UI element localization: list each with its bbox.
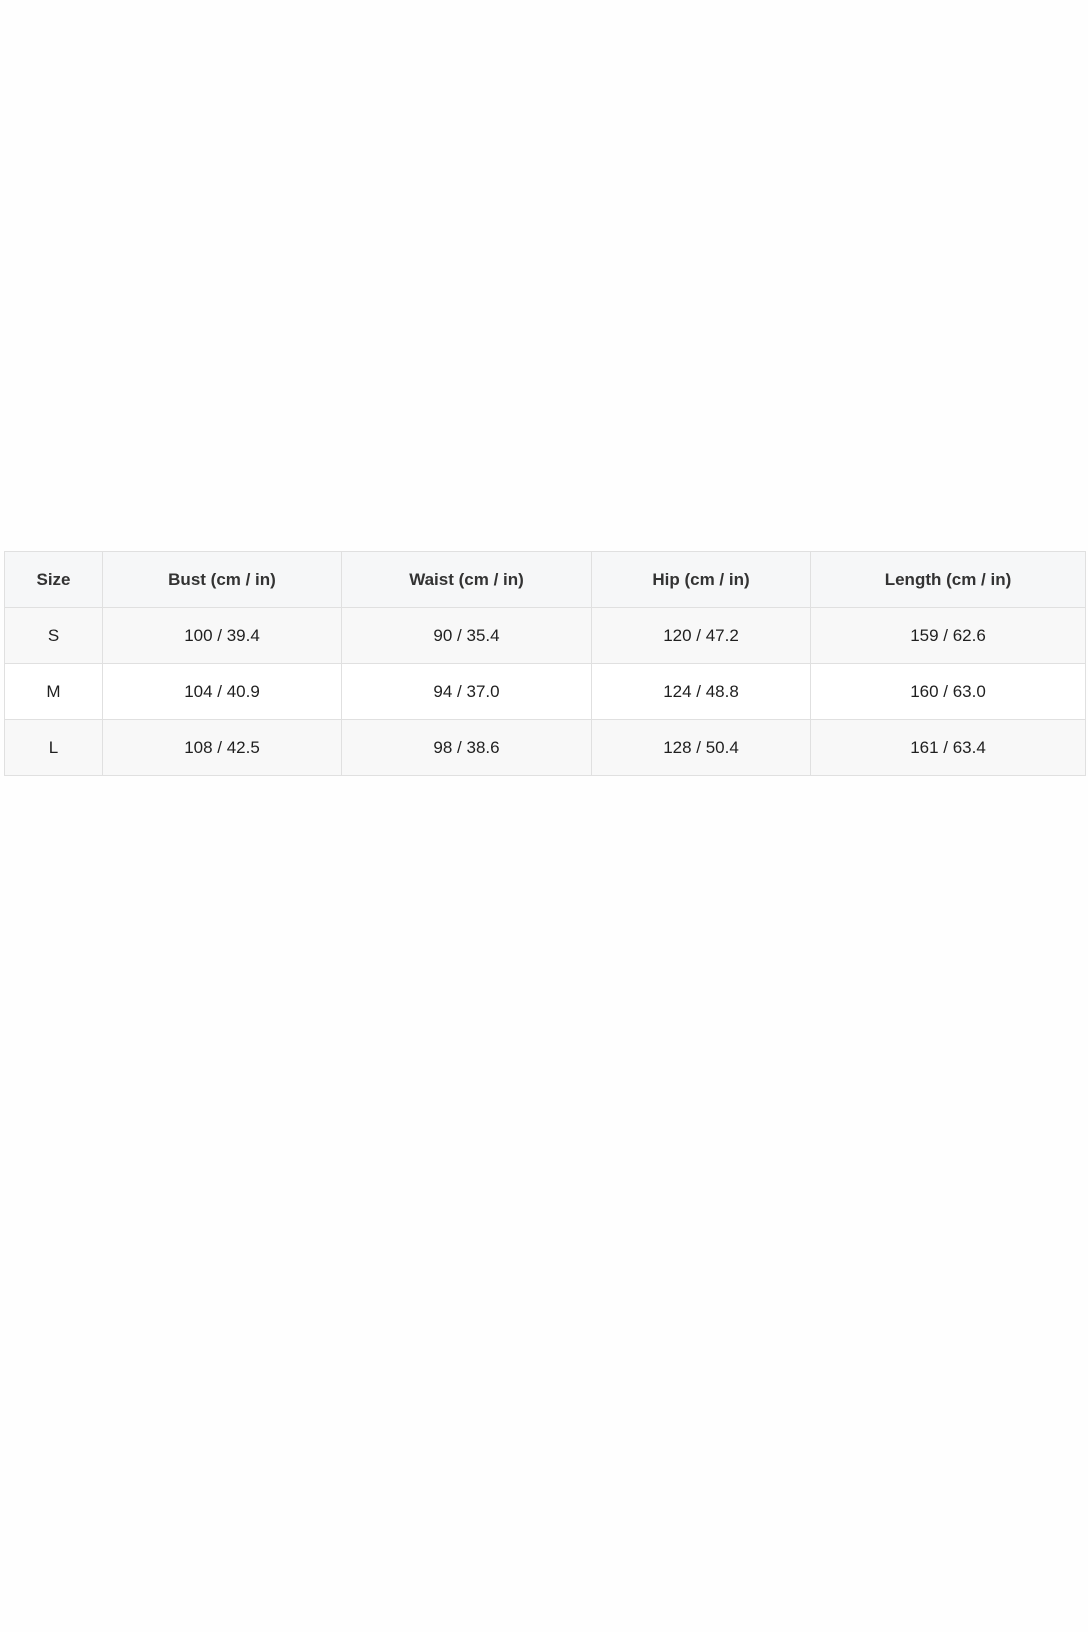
cell-waist: 94 / 37.0 [341,663,592,720]
header-waist: Waist (cm / in) [341,551,592,608]
cell-hip: 120 / 47.2 [591,607,811,664]
cell-waist: 90 / 35.4 [341,607,592,664]
cell-bust: 100 / 39.4 [102,607,342,664]
cell-size: L [4,719,103,776]
cell-size: S [4,607,103,664]
table-row: S 100 / 39.4 90 / 35.4 120 / 47.2 159 / … [4,607,1086,664]
table-row: M 104 / 40.9 94 / 37.0 124 / 48.8 160 / … [4,663,1086,720]
header-hip: Hip (cm / in) [591,551,811,608]
size-chart-table: Size Bust (cm / in) Waist (cm / in) Hip … [4,551,1086,776]
cell-length: 160 / 63.0 [810,663,1086,720]
header-size: Size [4,551,103,608]
header-bust: Bust (cm / in) [102,551,342,608]
table-row: L 108 / 42.5 98 / 38.6 128 / 50.4 161 / … [4,719,1086,776]
cell-bust: 108 / 42.5 [102,719,342,776]
size-chart-body: S 100 / 39.4 90 / 35.4 120 / 47.2 159 / … [4,607,1086,776]
size-chart-header: Size Bust (cm / in) Waist (cm / in) Hip … [4,551,1086,608]
cell-hip: 128 / 50.4 [591,719,811,776]
cell-length: 161 / 63.4 [810,719,1086,776]
cell-length: 159 / 62.6 [810,607,1086,664]
cell-hip: 124 / 48.8 [591,663,811,720]
header-length: Length (cm / in) [810,551,1086,608]
cell-size: M [4,663,103,720]
header-row: Size Bust (cm / in) Waist (cm / in) Hip … [4,551,1086,608]
cell-waist: 98 / 38.6 [341,719,592,776]
cell-bust: 104 / 40.9 [102,663,342,720]
